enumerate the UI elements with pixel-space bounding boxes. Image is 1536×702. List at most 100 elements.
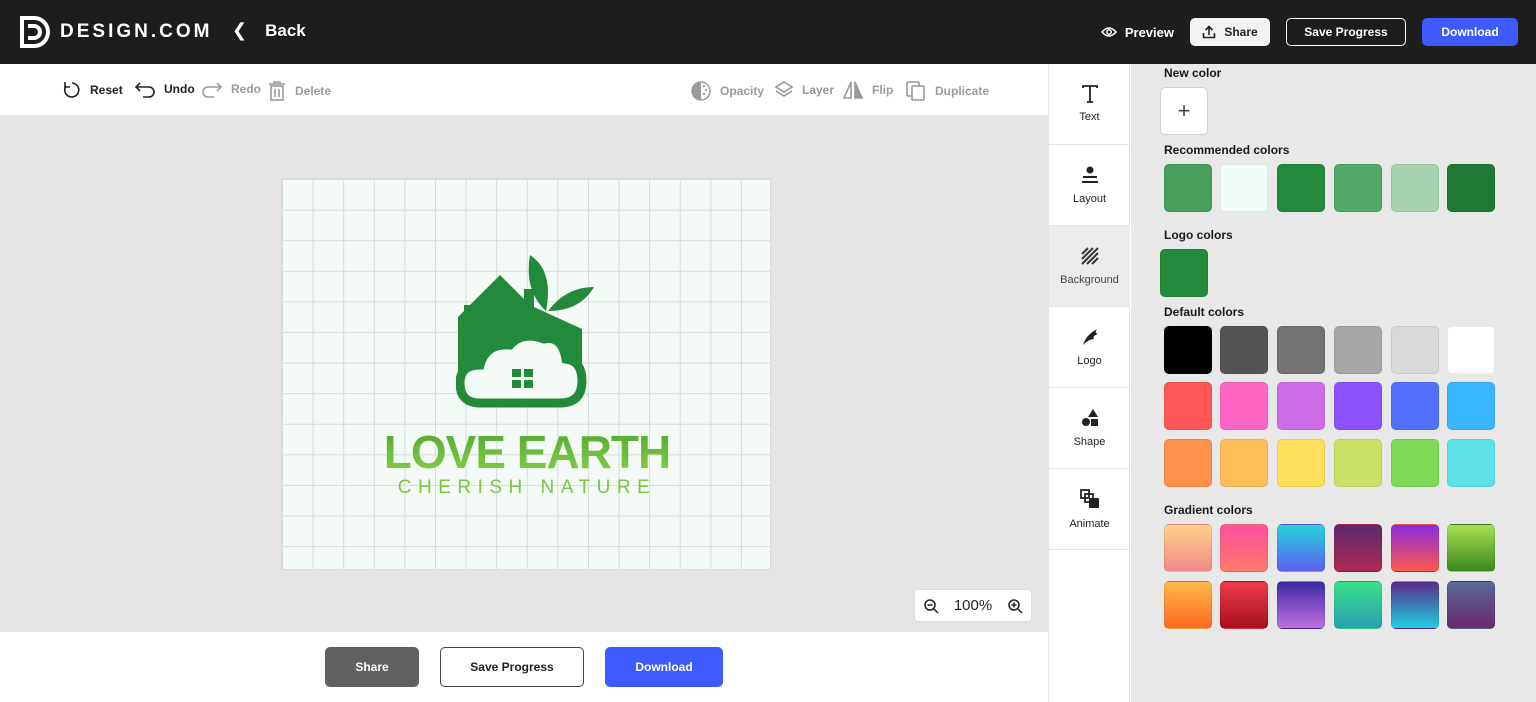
logo-color-swatch[interactable] — [1160, 249, 1208, 297]
back-label: Back — [265, 20, 306, 40]
opacity-label: Opacity — [720, 84, 765, 98]
download-button-top[interactable]: Download — [1422, 18, 1518, 46]
flip-icon — [842, 81, 864, 99]
color-panel: New color + Recommended colors Logo colo… — [1131, 64, 1536, 702]
redo-label: Redo — [231, 82, 261, 96]
default-color-swatch[interactable] — [1447, 326, 1495, 374]
edit-toolbar: Reset Undo Redo Delete Opacity Layer Fli… — [0, 64, 1048, 116]
artboard[interactable]: LOVE EARTH CHERISH NATURE — [281, 178, 771, 570]
opacity-button[interactable]: Opacity — [690, 80, 764, 102]
layer-button[interactable]: Layer — [774, 80, 834, 100]
chevron-left-icon: ❮ — [232, 20, 248, 40]
logo-colors-title: Logo colors — [1164, 228, 1233, 242]
default-color-swatch[interactable] — [1391, 439, 1439, 487]
download-button[interactable]: Download — [605, 647, 723, 687]
redo-button[interactable]: Redo — [201, 80, 261, 98]
duplicate-label: Duplicate — [935, 84, 990, 98]
zoom-in-icon[interactable] — [1007, 598, 1023, 614]
recommended-color-swatch[interactable] — [1391, 164, 1439, 212]
default-color-swatch[interactable] — [1334, 382, 1382, 430]
share-button-top[interactable]: Share — [1190, 18, 1270, 46]
gradient-color-swatch[interactable] — [1164, 524, 1212, 572]
gradient-color-swatch[interactable] — [1391, 524, 1439, 572]
default-color-swatch[interactable] — [1220, 382, 1268, 430]
nav-label-shape: Shape — [1073, 436, 1106, 448]
save-progress-button[interactable]: Save Progress — [440, 647, 584, 687]
nav-item-logo[interactable]: Logo — [1049, 307, 1130, 388]
gradient-color-swatch[interactable] — [1334, 524, 1382, 572]
gradient-color-swatch[interactable] — [1447, 524, 1495, 572]
gradient-color-swatch[interactable] — [1334, 581, 1382, 629]
nav-item-background[interactable]: Background — [1049, 226, 1130, 307]
duplicate-icon — [906, 81, 925, 101]
undo-button[interactable]: Undo — [134, 80, 195, 98]
recommended-color-swatch[interactable] — [1334, 164, 1382, 212]
house-cloud-leaf-logo-icon[interactable] — [456, 251, 596, 411]
trash-icon — [269, 81, 285, 101]
layer-label: Layer — [802, 83, 835, 97]
undo-icon — [134, 82, 155, 98]
top-actions: Preview Share Save Progress Download — [1100, 18, 1518, 46]
default-color-swatch[interactable] — [1164, 326, 1212, 374]
delete-button[interactable]: Delete — [267, 80, 331, 102]
redo-icon — [202, 82, 223, 98]
nav-item-shape[interactable]: Shape — [1049, 388, 1130, 469]
share-label-top: Share — [1224, 25, 1258, 39]
duplicate-button[interactable]: Duplicate — [905, 80, 989, 102]
default-color-swatch[interactable] — [1447, 439, 1495, 487]
nav-item-text[interactable]: Text — [1049, 64, 1130, 145]
save-progress-button-top[interactable]: Save Progress — [1286, 18, 1406, 46]
logo-icon — [1082, 329, 1098, 345]
default-color-swatch[interactable] — [1391, 326, 1439, 374]
text-icon — [1081, 85, 1098, 103]
nav-item-layout[interactable]: Layout — [1049, 145, 1130, 226]
default-color-swatch[interactable] — [1220, 326, 1268, 374]
logo-subtitle-text[interactable]: CHERISH NATURE — [282, 477, 772, 499]
nav-label-logo: Logo — [1077, 355, 1102, 367]
nav-label-background: Background — [1060, 274, 1119, 286]
nav-item-animate[interactable]: Animate — [1049, 469, 1130, 550]
default-color-swatch[interactable] — [1164, 382, 1212, 430]
default-color-swatch[interactable] — [1220, 439, 1268, 487]
bottom-action-bar: Share Save Progress Download — [0, 632, 1048, 702]
default-color-swatch[interactable] — [1391, 382, 1439, 430]
default-color-swatch[interactable] — [1334, 326, 1382, 374]
default-color-swatch[interactable] — [1277, 326, 1325, 374]
nav-label-layout: Layout — [1072, 193, 1107, 205]
top-bar: DESIGN.COM ❮ Back Preview Share Save Pro… — [0, 0, 1536, 64]
share-button[interactable]: Share — [325, 647, 419, 687]
upload-icon — [1203, 25, 1216, 39]
zoom-level: 100% — [953, 597, 993, 614]
default-color-swatch[interactable] — [1164, 439, 1212, 487]
default-color-swatch[interactable] — [1447, 382, 1495, 430]
new-color-title: New color — [1164, 66, 1222, 80]
gradient-color-swatch[interactable] — [1391, 581, 1439, 629]
add-color-button[interactable]: + — [1160, 87, 1208, 135]
brand[interactable]: DESIGN.COM — [18, 14, 212, 50]
gradient-color-swatch[interactable] — [1220, 524, 1268, 572]
nav-label-text: Text — [1079, 111, 1100, 123]
flip-button[interactable]: Flip — [842, 80, 893, 100]
recommended-color-swatch[interactable] — [1164, 164, 1212, 212]
brand-name: DESIGN.COM — [60, 21, 213, 42]
zoom-out-icon[interactable] — [923, 598, 939, 614]
gradient-color-swatch[interactable] — [1220, 581, 1268, 629]
plus-icon: + — [1177, 98, 1191, 123]
reset-button[interactable]: Reset — [62, 80, 123, 100]
default-color-swatch[interactable] — [1277, 382, 1325, 430]
gradient-color-swatch[interactable] — [1164, 581, 1212, 629]
logo-title-text[interactable]: LOVE EARTH — [282, 425, 772, 479]
gradient-color-swatch[interactable] — [1277, 581, 1325, 629]
preview-button[interactable]: Preview — [1100, 25, 1174, 40]
back-button[interactable]: ❮ Back — [232, 20, 306, 41]
default-color-swatch[interactable] — [1334, 439, 1382, 487]
recommended-color-swatch[interactable] — [1277, 164, 1325, 212]
canvas-workspace: LOVE EARTH CHERISH NATURE 100% — [0, 116, 1048, 632]
layers-icon — [774, 81, 794, 97]
gradient-color-swatch[interactable] — [1447, 581, 1495, 629]
default-color-swatch[interactable] — [1277, 439, 1325, 487]
background-icon — [1080, 247, 1099, 265]
recommended-color-swatch[interactable] — [1220, 164, 1268, 212]
recommended-color-swatch[interactable] — [1447, 164, 1495, 212]
gradient-color-swatch[interactable] — [1277, 524, 1325, 572]
